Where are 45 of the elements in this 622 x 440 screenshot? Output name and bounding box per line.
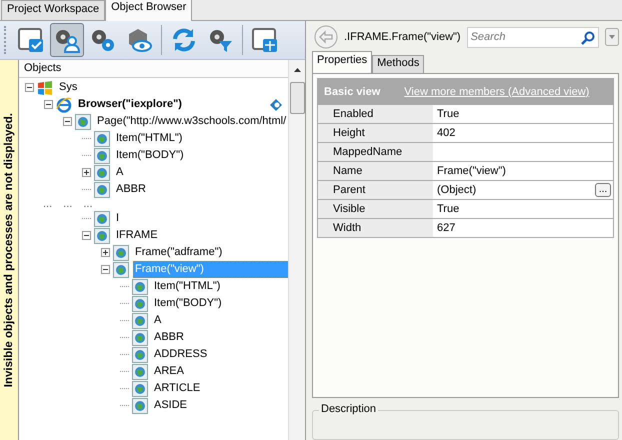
group-title: Description	[319, 402, 378, 415]
grid-title: Basic view	[324, 86, 380, 98]
property-name: Enabled	[318, 105, 433, 124]
tree-item[interactable]: Item("BODY")	[152, 295, 224, 312]
property-value: Frame("view")	[437, 164, 506, 180]
property-name: MappedName	[318, 143, 433, 162]
tree-item[interactable]: Sys	[57, 79, 80, 96]
browse-button[interactable]: ...	[595, 183, 611, 198]
tree-item[interactable]: Item("HTML")	[114, 130, 184, 147]
tree-item[interactable]: AREA	[152, 363, 186, 380]
ellipsis: ...	[83, 199, 93, 209]
tree-item[interactable]: ASIDE	[152, 397, 190, 414]
property-value: True	[437, 107, 460, 122]
tree-item[interactable]: Frame("adframe")	[133, 244, 224, 261]
property-value: (Object)	[437, 183, 476, 198]
column-header: Objects	[19, 60, 289, 78]
tree-item[interactable]: A	[114, 164, 126, 181]
property-value: 627	[437, 221, 456, 236]
tree-item[interactable]: Item("BODY")	[114, 147, 186, 164]
tab[interactable]: Project Workspace	[1, 0, 106, 20]
property-name: Height	[318, 124, 433, 142]
tree-item[interactable]: Page("http://www.w3schools.com/html/	[95, 113, 288, 130]
property-name: Name	[318, 162, 433, 180]
tab[interactable]: Object Browser	[105, 0, 192, 21]
property-name: Width	[318, 219, 433, 238]
property-value: 402	[437, 126, 456, 142]
panel-tab[interactable]: Properties	[312, 51, 372, 74]
property-value: True	[437, 202, 460, 218]
ellipsis: ...	[63, 199, 72, 209]
object-path: .IFRAME.Frame("view")	[344, 31, 461, 44]
property-name: Visible	[318, 200, 433, 218]
tree-item[interactable]: ABBR	[114, 181, 148, 198]
property-name: Parent	[318, 181, 433, 200]
tree-item[interactable]: ARTICLE	[152, 380, 202, 397]
search-field[interactable]: Search	[466, 26, 599, 48]
notice-text: Invisible objects and processes are not displayed.	[3, 112, 15, 388]
tree-item[interactable]: ABBR	[152, 329, 186, 346]
tree-item[interactable]: I	[114, 210, 122, 227]
tree-item[interactable]: ADDRESS	[152, 346, 210, 363]
panel-tab[interactable]: Methods	[372, 55, 424, 74]
tree-item[interactable]: Item("HTML")	[152, 278, 222, 295]
tree-item[interactable]: IFRAME	[114, 227, 160, 244]
tree-item[interactable]: A	[152, 312, 164, 329]
tree-item[interactable]: Browser("iexplore")	[76, 96, 184, 113]
ellipsis: ...	[43, 199, 52, 209]
